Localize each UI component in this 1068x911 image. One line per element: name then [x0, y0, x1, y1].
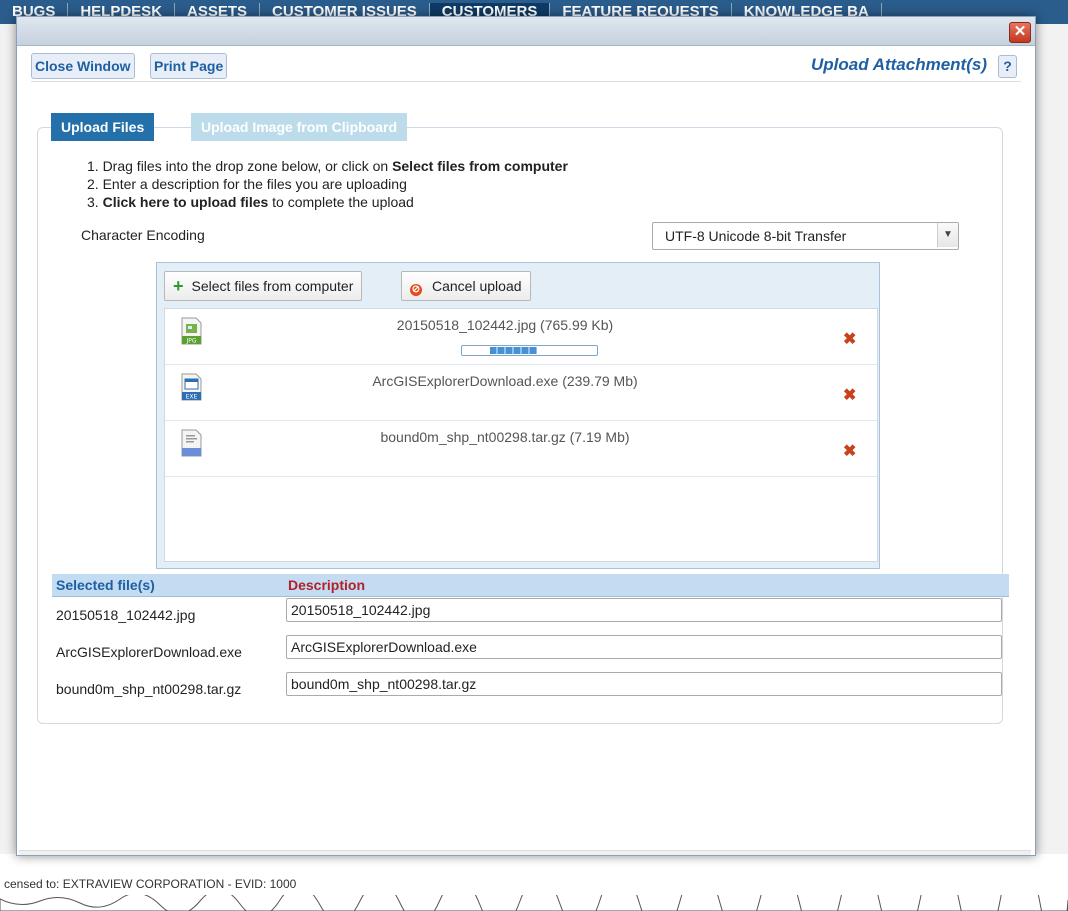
description-input[interactable] — [286, 598, 1002, 622]
drop-zone[interactable]: + Select files from computer ⊘ Cancel uplo… — [156, 262, 880, 569]
file-row: EXE ArcGISExplorerDownload.exe (239.79 M… — [165, 365, 877, 421]
select-files-button[interactable]: + Select files from computer — [164, 271, 363, 301]
table-row: ArcGISExplorerDownload.exe — [52, 635, 1009, 665]
horizontal-scrollbar[interactable]: ‹ › — [19, 850, 1031, 855]
modal-titlebar[interactable]: ✕ — [17, 17, 1035, 46]
instruction-step-3: 3. Click here to upload files to complet… — [87, 193, 568, 211]
table-row: 20150518_102442.jpg — [52, 598, 1009, 628]
table-header: Selected file(s) Description — [52, 574, 1009, 597]
file-name: bound0m_shp_nt00298.tar.gz (7.19 Mb) — [380, 429, 630, 445]
remove-file-icon[interactable]: ✖ — [843, 385, 856, 405]
upload-files-link[interactable]: Click here to upload files — [103, 194, 269, 210]
scroll-right-icon[interactable]: › — [1016, 851, 1021, 855]
upload-instructions: 1. Drag files into the drop zone below, … — [87, 157, 568, 211]
license-text: censed to: EXTRAVIEW CORPORATION - EVID:… — [4, 877, 297, 891]
remove-file-icon[interactable]: ✖ — [843, 441, 856, 461]
modal-toolbar: Close Window Print Page Upload Attachmen… — [31, 53, 1021, 82]
step1-link[interactable]: Select files from computer — [392, 158, 568, 174]
file-list: JPG 20150518_102442.jpg (765.99 Kb) ✖ EX… — [164, 308, 878, 562]
tab-upload-clipboard[interactable]: Upload Image from Clipboard — [191, 113, 408, 141]
upload-progress-fill — [490, 347, 537, 354]
svg-text:EXE: EXE — [186, 394, 198, 401]
description-input[interactable] — [286, 635, 1002, 659]
exe-file-icon: EXE — [181, 373, 202, 401]
column-header-selected-files: Selected file(s) — [56, 577, 155, 593]
jpg-file-icon: JPG — [181, 317, 202, 345]
close-window-button[interactable]: Close Window — [31, 53, 135, 79]
torn-edge-decoration — [0, 895, 1068, 911]
upload-progress-bar — [461, 345, 598, 356]
file-name: 20150518_102442.jpg (765.99 Kb) — [396, 317, 614, 333]
table-row: bound0m_shp_nt00298.tar.gz — [52, 672, 1009, 702]
encoding-label: Character Encoding — [81, 227, 205, 243]
select-files-label: Select files from computer — [191, 278, 354, 294]
instruction-step-1: 1. Drag files into the drop zone below, … — [87, 157, 568, 175]
step3-prefix: 3. — [87, 194, 103, 210]
column-header-description: Description — [288, 577, 366, 593]
page-title: Upload Attachment(s) — [811, 55, 987, 74]
encoding-select[interactable]: UTF-8 Unicode 8-bit Transfer ▼ — [652, 222, 959, 250]
close-icon[interactable]: ✕ — [1009, 22, 1031, 43]
selected-file-name: bound0m_shp_nt00298.tar.gz — [56, 681, 242, 697]
svg-text:JPG: JPG — [185, 338, 196, 345]
instruction-step-2: 2. Enter a description for the files you… — [87, 176, 407, 192]
description-input[interactable] — [286, 672, 1002, 696]
print-page-button[interactable]: Print Page — [150, 53, 228, 79]
file-row: JPG 20150518_102442.jpg (765.99 Kb) ✖ — [165, 309, 877, 365]
cancel-upload-button[interactable]: ⊘ Cancel upload — [401, 271, 531, 301]
cancel-icon: ⊘ — [410, 284, 422, 296]
archive-file-icon — [181, 429, 202, 457]
file-name: ArcGISExplorerDownload.exe (239.79 Mb) — [372, 373, 638, 389]
encoding-value: UTF-8 Unicode 8-bit Transfer — [665, 228, 847, 244]
step1-text: 1. Drag files into the drop zone below, … — [87, 158, 393, 174]
cancel-upload-label: Cancel upload — [432, 278, 522, 294]
upload-attachments-modal: ✕ Close Window Print Page Upload Attachm… — [16, 16, 1036, 856]
plus-icon: + — [173, 276, 184, 296]
tab-upload-files[interactable]: Upload Files — [51, 113, 155, 141]
selected-file-name: 20150518_102442.jpg — [56, 607, 196, 623]
file-row: bound0m_shp_nt00298.tar.gz (7.19 Mb) ✖ — [165, 421, 877, 477]
selected-file-name: ArcGISExplorerDownload.exe — [56, 644, 242, 660]
help-icon[interactable]: ? — [998, 55, 1017, 78]
step3-suffix: to complete the upload — [268, 194, 414, 210]
remove-file-icon[interactable]: ✖ — [843, 329, 856, 349]
chevron-down-icon[interactable]: ▼ — [937, 223, 958, 247]
scroll-left-icon[interactable]: ‹ — [23, 851, 28, 855]
